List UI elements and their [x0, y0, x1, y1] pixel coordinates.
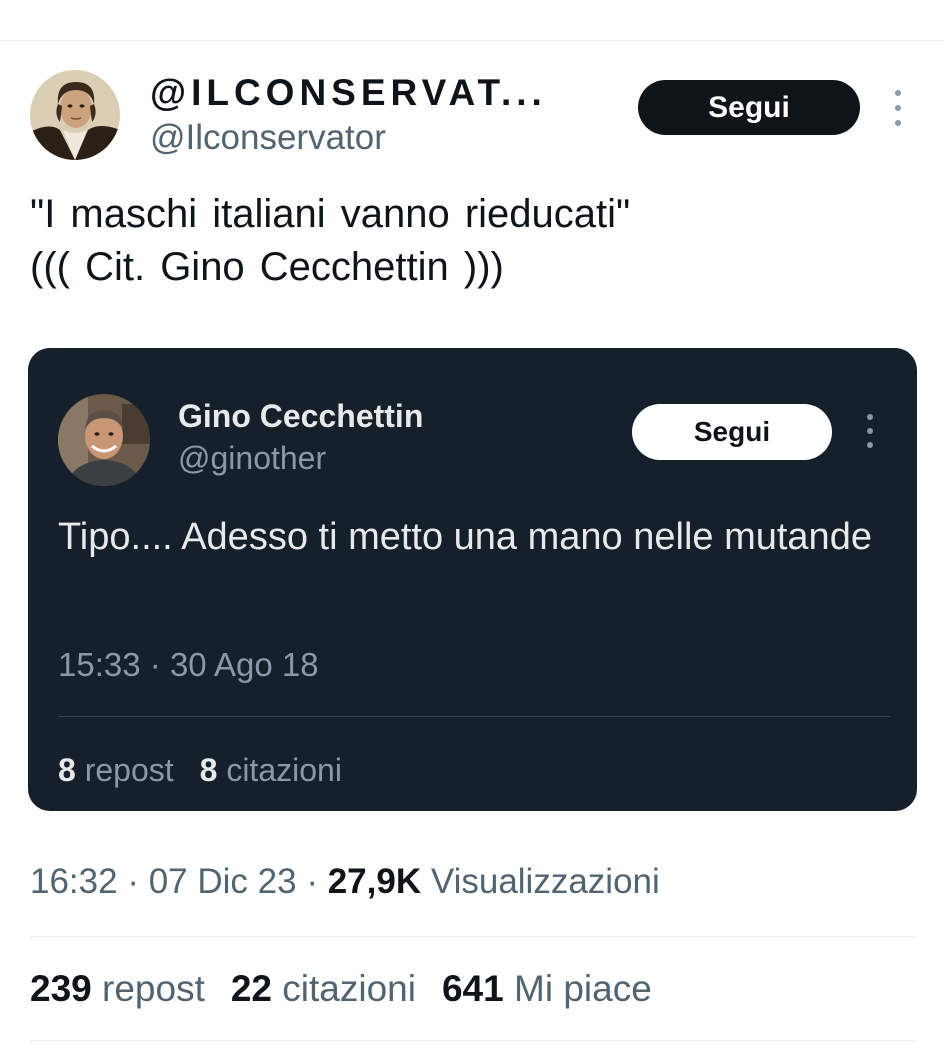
- views-count: 27,9K: [327, 862, 422, 901]
- quoted-reposts-count: 8: [58, 752, 76, 788]
- quoted-tweet-text: Tipo.... Adesso ti metto una mano nelle …: [58, 516, 872, 558]
- tweet-meta: 16:32 · 07 Dic 23 · 27,9K Visualizzazion…: [30, 862, 660, 902]
- quoted-date: 30 Ago 18: [169, 646, 319, 683]
- more-vertical-icon[interactable]: [888, 88, 908, 128]
- meta-separator: ·: [306, 862, 318, 901]
- likes-stat[interactable]: 641 Mi piace: [442, 968, 652, 1009]
- tweet-date[interactable]: 07 Dic 23: [149, 862, 297, 901]
- likes-count: 641: [441, 968, 504, 1009]
- quoted-stats: 8 repost 8 citazioni: [58, 752, 342, 789]
- quoted-quotes-stat[interactable]: 8 citazioni: [200, 752, 342, 788]
- reposts-stat[interactable]: 239 repost: [30, 968, 205, 1009]
- quoted-author-display-name[interactable]: Gino Cecchettin: [178, 398, 423, 435]
- tweet-time[interactable]: 16:32: [30, 862, 118, 901]
- quoted-follow-button[interactable]: Segui: [632, 404, 832, 460]
- tweet-stats: 239 repost 22 citazioni 641 Mi piace: [30, 968, 652, 1010]
- quoted-divider: [58, 716, 890, 717]
- quoted-reposts-label: repost: [84, 752, 174, 788]
- reposts-label: repost: [102, 968, 205, 1009]
- follow-button[interactable]: Segui: [638, 80, 860, 135]
- quoted-author-avatar[interactable]: [58, 394, 150, 486]
- quoted-quotes-label: citazioni: [226, 752, 342, 788]
- quotes-count: 22: [230, 968, 273, 1009]
- divider: [30, 1040, 915, 1041]
- likes-label: Mi piace: [514, 968, 652, 1009]
- quotes-stat[interactable]: 22 citazioni: [231, 968, 416, 1009]
- author-avatar[interactable]: [30, 70, 120, 160]
- divider: [30, 936, 915, 937]
- quoted-quotes-count: 8: [199, 752, 218, 788]
- tweet-text: "I maschi italiani vanno rieducati" ((( …: [30, 192, 631, 289]
- quoted-more-vertical-icon[interactable]: [862, 414, 878, 448]
- top-divider: [0, 40, 945, 41]
- quotes-label: citazioni: [282, 968, 416, 1009]
- quoted-reposts-stat[interactable]: 8 repost: [58, 752, 174, 788]
- quoted-timestamp[interactable]: 15:33 · 30 Ago 18: [58, 646, 319, 684]
- views-label: Visualizzazioni: [430, 862, 660, 901]
- author-display-name[interactable]: @ILCONSERVAT...: [150, 72, 547, 114]
- quoted-separator: ·: [149, 646, 161, 683]
- author-handle[interactable]: @Ilconservator: [150, 118, 386, 158]
- quoted-tweet-card[interactable]: Gino Cecchettin @ginother Segui Tipo....…: [28, 348, 917, 811]
- reposts-count: 239: [30, 968, 92, 1009]
- meta-separator: ·: [127, 862, 139, 901]
- quoted-time: 15:33: [58, 646, 141, 683]
- quoted-author-handle[interactable]: @ginother: [178, 440, 326, 477]
